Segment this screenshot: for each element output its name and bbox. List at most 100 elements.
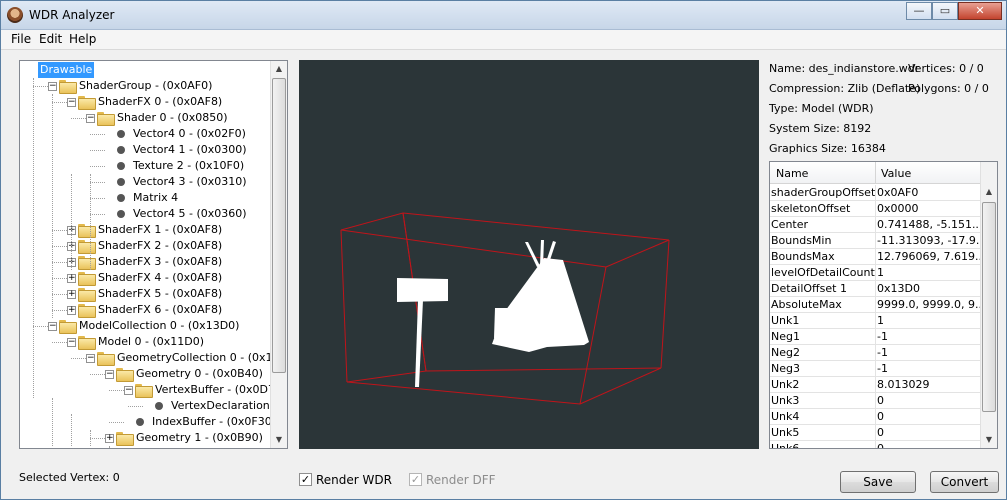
property-value[interactable]: 1 bbox=[877, 265, 981, 280]
sign-board bbox=[397, 278, 448, 302]
render-viewport[interactable] bbox=[299, 60, 759, 449]
collapse-icon[interactable]: − bbox=[48, 82, 57, 91]
tree-node-label[interactable]: Vector4 5 - (0x0360) bbox=[131, 206, 249, 222]
convert-button[interactable]: Convert bbox=[930, 471, 999, 493]
property-value[interactable]: 0x0000 bbox=[877, 201, 981, 216]
grid-row[interactable]: Neg2 -1 bbox=[770, 345, 981, 361]
grid-row[interactable]: BoundsMin -11.313093, -17.9... bbox=[770, 233, 981, 249]
grid-scroll-up-icon[interactable]: ▲ bbox=[981, 184, 997, 200]
grid-row[interactable]: BoundsMax 12.796069, 7.619... bbox=[770, 249, 981, 265]
tree-node-label[interactable]: ModelCollection 0 - (0x13D0) bbox=[77, 318, 241, 334]
property-value[interactable]: 8.013029 bbox=[877, 377, 981, 392]
render-wdr-label[interactable]: Render WDR bbox=[316, 473, 392, 487]
collapse-icon[interactable]: − bbox=[86, 354, 95, 363]
collapse-icon[interactable]: − bbox=[67, 338, 76, 347]
property-value[interactable]: 0x13D0 bbox=[877, 281, 981, 296]
grid-row[interactable]: Unk6 0 bbox=[770, 441, 981, 448]
grid-row[interactable]: levelOfDetailCount 1 bbox=[770, 265, 981, 281]
tree-node-label[interactable]: Matrix 4 bbox=[131, 190, 180, 206]
grid-row[interactable]: AbsoluteMax 9999.0, 9999.0, 9... bbox=[770, 297, 981, 313]
column-header-value[interactable]: Value bbox=[881, 167, 911, 180]
grid-scroll-thumb[interactable] bbox=[982, 202, 996, 412]
tree-node-label[interactable]: ShaderFX 6 - (0x0AF8) bbox=[96, 302, 224, 318]
tree-node-label[interactable]: Shader 0 - (0x0850) bbox=[115, 110, 230, 126]
tree-node-label[interactable]: ShaderFX 4 - (0x0AF8) bbox=[96, 270, 224, 286]
property-value[interactable]: -1 bbox=[877, 361, 981, 376]
column-header-name[interactable]: Name bbox=[776, 167, 808, 180]
property-value[interactable]: 0.741488, -5.151... bbox=[877, 217, 981, 232]
compression: Compression: Zlib (Deflate) bbox=[769, 82, 921, 95]
tree-node-label[interactable]: VertexDeclaration bbox=[169, 398, 272, 414]
expand-icon[interactable]: + bbox=[67, 290, 76, 299]
tree-node-label[interactable]: Texture 2 - (0x10F0) bbox=[131, 158, 246, 174]
grid-row[interactable]: Unk3 0 bbox=[770, 393, 981, 409]
grid-row[interactable]: skeletonOffset 0x0000 bbox=[770, 201, 981, 217]
grid-row[interactable]: Unk1 1 bbox=[770, 313, 981, 329]
maximize-button[interactable]: ▭ bbox=[932, 2, 958, 20]
property-value[interactable]: 0 bbox=[877, 409, 981, 424]
grid-row[interactable]: Unk2 8.013029 bbox=[770, 377, 981, 393]
tree-node-label[interactable]: ShaderGroup - (0x0AF0) bbox=[77, 78, 214, 94]
menu-help[interactable]: Help bbox=[69, 32, 96, 46]
collapse-icon[interactable]: − bbox=[67, 98, 76, 107]
minimize-button[interactable]: — bbox=[906, 2, 932, 20]
menu-bar: File Edit Help bbox=[1, 30, 1006, 50]
grid-scrollbar[interactable]: ▲ ▼ bbox=[980, 162, 997, 448]
property-value[interactable]: -11.313093, -17.9... bbox=[877, 233, 981, 248]
tree-node-label[interactable]: Model 0 - (0x11D0) bbox=[96, 334, 206, 350]
cell-divider bbox=[875, 249, 876, 265]
expand-icon[interactable]: + bbox=[67, 274, 76, 283]
tree-node-label[interactable]: ShaderFX 1 - (0x0AF8) bbox=[96, 222, 224, 238]
property-value[interactable]: -1 bbox=[877, 329, 981, 344]
tree-scrollbar[interactable]: ▲ ▼ bbox=[270, 61, 287, 448]
tree-node-label[interactable]: ShaderFX 2 - (0x0AF8) bbox=[96, 238, 224, 254]
property-value[interactable]: 0 bbox=[877, 441, 981, 448]
scroll-thumb[interactable] bbox=[272, 78, 286, 373]
expand-icon[interactable]: + bbox=[67, 306, 76, 315]
tree-content: Drawable − ShaderGroup - (0x0AF0) − ShaderFX… bbox=[20, 61, 272, 448]
tree-node-label[interactable]: IndexBuffer - (0x0F30) bbox=[150, 414, 272, 430]
grid-row[interactable]: Unk4 0 bbox=[770, 409, 981, 425]
tree-node-label[interactable]: ShaderFX 3 - (0x0AF8) bbox=[96, 254, 224, 270]
scroll-up-arrow-icon[interactable]: ▲ bbox=[271, 61, 287, 77]
property-value[interactable]: 9999.0, 9999.0, 9... bbox=[877, 297, 981, 312]
grid-row[interactable]: Neg3 -1 bbox=[770, 361, 981, 377]
property-value[interactable]: 12.796069, 7.619... bbox=[877, 249, 981, 264]
tree-node-label[interactable]: GeometryCollection 0 - (0x11D4) bbox=[115, 350, 272, 366]
folder-icon bbox=[78, 96, 96, 110]
tree-node-label[interactable]: Vector4 0 - (0x02F0) bbox=[131, 126, 248, 142]
grid-row[interactable]: shaderGroupOffset 0x0AF0 bbox=[770, 185, 981, 201]
close-button[interactable]: ✕ bbox=[958, 2, 1002, 20]
render-wdr-checkbox[interactable]: ✓ bbox=[299, 473, 312, 486]
tree-node-label[interactable]: ShaderFX 0 - (0x0AF8) bbox=[96, 94, 224, 110]
save-button[interactable]: Save bbox=[840, 471, 916, 493]
tree-node-label[interactable]: Drawable bbox=[38, 62, 95, 78]
grid-row[interactable]: DetailOffset 1 0x13D0 bbox=[770, 281, 981, 297]
grid-scroll-down-icon[interactable]: ▼ bbox=[981, 432, 997, 448]
system-size: System Size: 8192 bbox=[769, 122, 872, 135]
expand-icon[interactable]: + bbox=[105, 434, 114, 443]
tree-node-label[interactable]: Vector4 1 - (0x0300) bbox=[131, 142, 249, 158]
property-value[interactable]: 0x0AF0 bbox=[877, 185, 981, 200]
collapse-icon[interactable]: − bbox=[105, 370, 114, 379]
property-value[interactable]: 1 bbox=[877, 313, 981, 328]
grid-row[interactable]: Neg1 -1 bbox=[770, 329, 981, 345]
collapse-icon[interactable]: − bbox=[86, 114, 95, 123]
menu-file[interactable]: File bbox=[11, 32, 31, 46]
collapse-icon[interactable]: − bbox=[124, 386, 133, 395]
tree-node-label[interactable]: ShaderFX 5 - (0x0AF8) bbox=[96, 286, 224, 302]
scroll-down-arrow-icon[interactable]: ▼ bbox=[271, 432, 287, 448]
tree-node-label[interactable]: Vector4 3 - (0x0310) bbox=[131, 174, 249, 190]
menu-edit[interactable]: Edit bbox=[39, 32, 62, 46]
title-bar[interactable]: WDR Analyzer — ▭ ✕ bbox=[1, 1, 1006, 30]
property-value[interactable]: -1 bbox=[877, 345, 981, 360]
tree-node-label[interactable]: Geometry 0 - (0x0B40) bbox=[134, 366, 265, 382]
collapse-icon[interactable]: − bbox=[48, 322, 57, 331]
property-value[interactable]: 0 bbox=[877, 393, 981, 408]
tree-node-label[interactable]: Geometry 1 - (0x0B90) bbox=[134, 430, 265, 446]
property-value[interactable]: 0 bbox=[877, 425, 981, 440]
app-icon bbox=[7, 7, 23, 23]
tree-node-label[interactable]: VertexBuffer - (0x0D70) bbox=[153, 382, 272, 398]
grid-row[interactable]: Unk5 0 bbox=[770, 425, 981, 441]
grid-row[interactable]: Center 0.741488, -5.151... bbox=[770, 217, 981, 233]
